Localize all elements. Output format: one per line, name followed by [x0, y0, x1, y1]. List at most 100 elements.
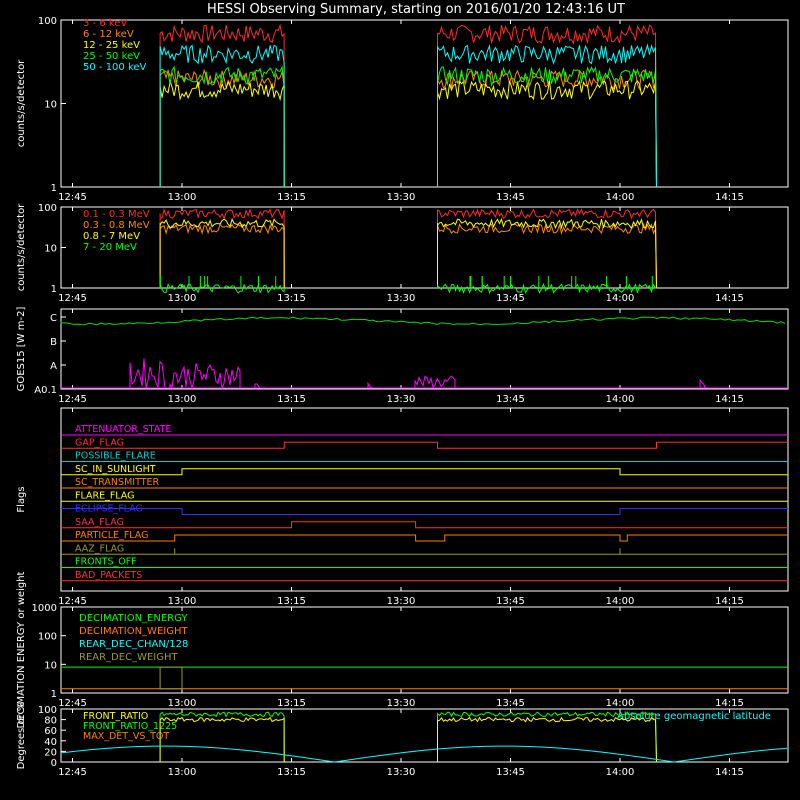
legend-entry: GAP_FLAG — [75, 437, 124, 448]
time-tick-label: 14:00 — [606, 293, 635, 304]
legend-entry: BAD_PACKETS — [75, 570, 142, 581]
y-tick-label: B — [50, 337, 57, 348]
series-line — [437, 716, 657, 763]
flag-line — [61, 441, 788, 449]
y-tick-label: 100 — [38, 632, 57, 643]
y-axis-label: Degrees or % — [16, 702, 27, 770]
series-line — [437, 43, 657, 188]
time-tick-label: 12:45 — [58, 698, 87, 709]
series-line — [159, 282, 285, 294]
time-tick-label: 13:15 — [277, 293, 306, 304]
time-tick-label: 13:15 — [277, 394, 306, 405]
series-line — [159, 79, 285, 188]
time-tick-label: 14:15 — [715, 596, 744, 607]
time-tick-label: 14:00 — [606, 192, 635, 203]
y-tick-label: 100 — [38, 705, 57, 716]
flag-line — [61, 521, 788, 529]
series-line — [169, 363, 241, 390]
legend-entry: FLARE_FLAG — [75, 490, 135, 501]
legend-entry: 0.8 - 7 MeV — [83, 231, 140, 242]
legend-entry: 50 - 100 keV — [83, 62, 147, 73]
panel-lightcurves-high: 12:45 13:00 13:15 13:30 13:45 14:00 14:15 count… — [16, 203, 789, 304]
time-tick-label: 13:45 — [496, 192, 525, 203]
y-tick-label: 100 — [38, 16, 57, 27]
time-tick-label: 13:15 — [277, 596, 306, 607]
annotation: Absolute geomagnetic latitude — [617, 711, 771, 722]
panel-goes: 12:45 13:00 13:15 13:30 13:45 14:00 14:15 GOES1… — [16, 307, 789, 405]
y-axis-label: counts/s/detector — [16, 203, 27, 291]
series-line — [129, 358, 166, 389]
time-tick-label: 13:30 — [387, 394, 416, 405]
y-tick-label: 1 — [51, 183, 57, 194]
legend-entry: 0.1 - 0.3 MeV — [83, 209, 150, 220]
time-tick-label: 13:30 — [387, 192, 416, 203]
y-tick-label: 1 — [51, 689, 57, 700]
panel-ratios: 12:45 13:00 13:15 13:30 13:45 14:00 14:15 Degre… — [16, 702, 789, 778]
flag-line — [61, 508, 788, 515]
legend-entry: POSSIBLE_FLARE — [75, 451, 156, 462]
time-tick-label: 14:15 — [715, 192, 744, 203]
legend-entry: ATTENUATOR_STATE — [75, 424, 171, 435]
series-line — [159, 44, 285, 188]
legend-entry: SC_IN_SUNLIGHT — [75, 464, 156, 475]
y-axis-label: counts/s/detector — [16, 59, 27, 147]
time-tick-label: 13:30 — [387, 698, 416, 709]
flag-line — [61, 534, 788, 542]
time-tick-label: 13:30 — [387, 767, 416, 778]
flag-line — [61, 548, 788, 555]
y-tick-label: C — [50, 313, 57, 324]
time-tick-label: 13:45 — [496, 394, 525, 405]
panel-frame — [60, 19, 789, 188]
time-tick-label: 13:45 — [496, 698, 525, 709]
plot-title: HESSI Observing Summary, starting on 201… — [207, 2, 625, 17]
y-tick-label: 10 — [44, 660, 57, 671]
panel-decimation: 12:45 13:00 13:15 13:30 13:45 14:00 14:15 DECIM… — [16, 571, 789, 728]
legend-entry: 7 - 20 MeV — [83, 242, 137, 253]
legend-entry: 0.3 - 0.8 MeV — [83, 220, 150, 231]
time-tick-label: 13:30 — [387, 293, 416, 304]
panel-lightcurves-low: 12:45 13:00 13:15 13:30 13:45 14:00 14:15 count… — [16, 16, 789, 203]
series-line — [414, 375, 456, 389]
y-tick-label: 20 — [44, 747, 57, 758]
time-tick-label: 14:15 — [715, 698, 744, 709]
time-tick-label: 13:00 — [168, 767, 197, 778]
y-axis-label: Flags — [16, 486, 27, 512]
series-line — [254, 383, 261, 389]
time-tick-label: 14:00 — [606, 596, 635, 607]
legend-entry: 6 - 12 keV — [83, 29, 134, 40]
y-tick-label: 40 — [44, 737, 57, 748]
time-tick-label: 13:45 — [496, 596, 525, 607]
time-tick-label: 13:00 — [168, 394, 197, 405]
summary-plot: HESSI Observing Summary, starting on 201… — [16, 2, 789, 778]
y-tick-label: 1000 — [32, 603, 57, 614]
legend-entry: FRONTS_OFF — [75, 557, 137, 568]
panel-flags: 12:45 13:00 13:15 13:30 13:45 14:00 14:15 Flags… — [16, 407, 789, 607]
time-tick-label: 13:30 — [387, 596, 416, 607]
time-tick-label: 13:00 — [168, 293, 197, 304]
time-tick-label: 12:45 — [58, 394, 87, 405]
series-line — [159, 223, 285, 289]
time-tick-label: 13:15 — [277, 698, 306, 709]
legend-entry: 25 - 50 keV — [83, 51, 140, 62]
time-tick-label: 13:00 — [168, 596, 197, 607]
time-tick-label: 13:00 — [168, 698, 197, 709]
legend-entry: REAR_DEC_CHAN/128 — [79, 639, 188, 650]
y-tick-label: 80 — [44, 716, 57, 727]
series-line — [367, 381, 373, 389]
time-tick-label: 14:00 — [606, 767, 635, 778]
y-tick-label: 0 — [51, 758, 57, 769]
time-tick-label: 13:15 — [277, 767, 306, 778]
time-tick-label: 13:45 — [496, 293, 525, 304]
legend-entry: AAZ_FLAG — [75, 543, 124, 554]
time-tick-label: 14:15 — [715, 293, 744, 304]
time-tick-label: 12:45 — [58, 192, 87, 203]
flag-line — [61, 468, 788, 476]
time-tick-label: 12:45 — [58, 596, 87, 607]
series-line — [159, 716, 285, 763]
y-tick-label: 1 — [51, 284, 57, 295]
legend-entry: REAR_DEC_WEIGHT — [79, 652, 178, 663]
time-tick-label: 14:00 — [606, 394, 635, 405]
series-line — [60, 316, 786, 326]
y-tick-label: A — [50, 361, 57, 372]
series-line — [699, 378, 706, 389]
